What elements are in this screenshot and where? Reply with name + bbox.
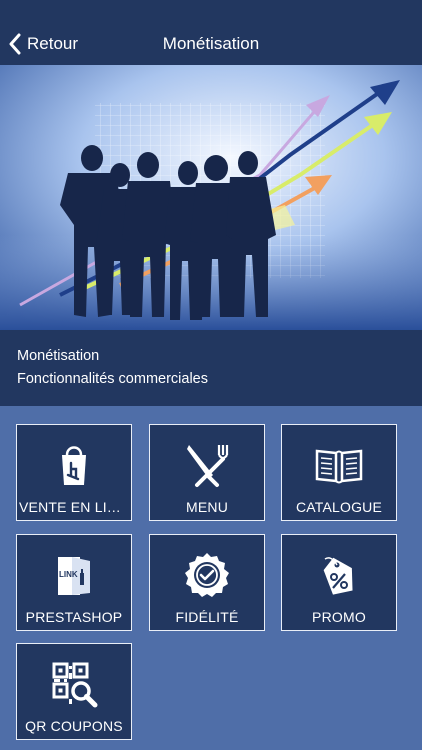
knife-fork-icon bbox=[187, 445, 229, 487]
tile-vente-en-ligne[interactable]: VENTE EN LIG… bbox=[16, 424, 132, 521]
tile-label: PROMO bbox=[312, 609, 366, 625]
shopping-bag-icon bbox=[62, 446, 86, 485]
info-subtitle: Fonctionnalités commerciales bbox=[17, 371, 208, 387]
tile-qr-coupons[interactable]: QR COUPONS bbox=[16, 643, 132, 740]
navbar: Retour Monétisation bbox=[0, 0, 422, 65]
badge-check-icon bbox=[185, 553, 229, 597]
chevron-left-icon bbox=[9, 33, 21, 55]
tile-catalogue[interactable]: CATALOGUE bbox=[281, 424, 397, 521]
business-growth-image bbox=[0, 65, 422, 330]
qr-search-icon bbox=[52, 662, 98, 708]
tile-label: MENU bbox=[185, 499, 229, 515]
tile-promo[interactable]: PROMO bbox=[281, 534, 397, 631]
info-title: Monétisation bbox=[17, 348, 100, 364]
tile-label: PRESTASHOP bbox=[25, 609, 123, 625]
svg-text:LINK: LINK bbox=[59, 570, 78, 579]
tile-menu[interactable]: MENU bbox=[149, 424, 265, 521]
tile-label: QR COUPONS bbox=[25, 718, 123, 734]
tile-prestashop[interactable]: LINK PRESTASHOP bbox=[16, 534, 132, 631]
tile-label: VENTE EN LIG… bbox=[19, 499, 129, 515]
open-book-icon bbox=[315, 449, 363, 484]
percent-tag-icon bbox=[323, 557, 353, 595]
hero-banner bbox=[0, 65, 422, 330]
back-label: Retour bbox=[27, 34, 79, 53]
link-door-icon: LINK bbox=[58, 557, 90, 595]
back-button[interactable]: Retour bbox=[8, 30, 78, 58]
info-panel: Monétisation Fonctionnalités commerciale… bbox=[0, 330, 422, 406]
tile-fidelite[interactable]: FIDÉLITÉ bbox=[149, 534, 265, 631]
tile-label: FIDÉLITÉ bbox=[175, 609, 239, 625]
tile-label: CATALOGUE bbox=[295, 499, 383, 515]
